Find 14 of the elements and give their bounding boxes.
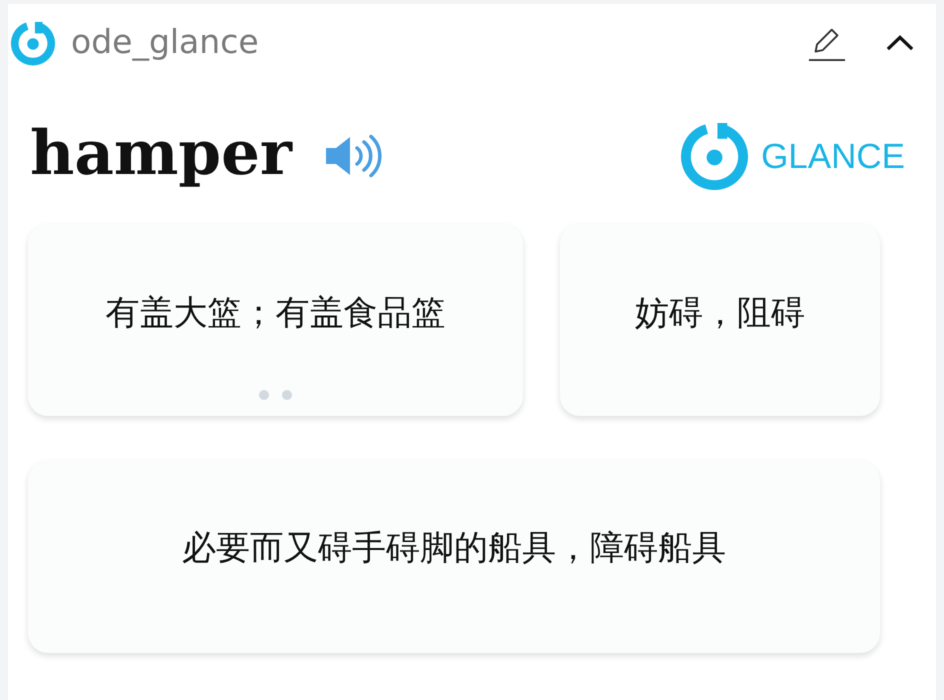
definition-text: 必要而又碍手碍脚的船具，障碍船具 — [182, 528, 726, 568]
collapse-button[interactable] — [886, 35, 914, 51]
speaker-icon — [324, 134, 382, 178]
page-dot-icon[interactable] — [259, 390, 269, 400]
pronounce-button[interactable] — [324, 134, 382, 178]
brand-name: GLANCE — [761, 138, 905, 174]
chevron-up-icon — [886, 35, 914, 51]
brand-logo-icon — [681, 122, 748, 190]
app-logo-icon — [10, 20, 56, 66]
page-dot-icon[interactable] — [282, 390, 292, 400]
headword: hamper — [30, 122, 292, 190]
app-name: ode_glance — [71, 24, 259, 62]
definition-text: 有盖大篮；有盖食品篮 — [106, 292, 446, 334]
definition-text: 妨碍，阻碍 — [635, 292, 805, 334]
